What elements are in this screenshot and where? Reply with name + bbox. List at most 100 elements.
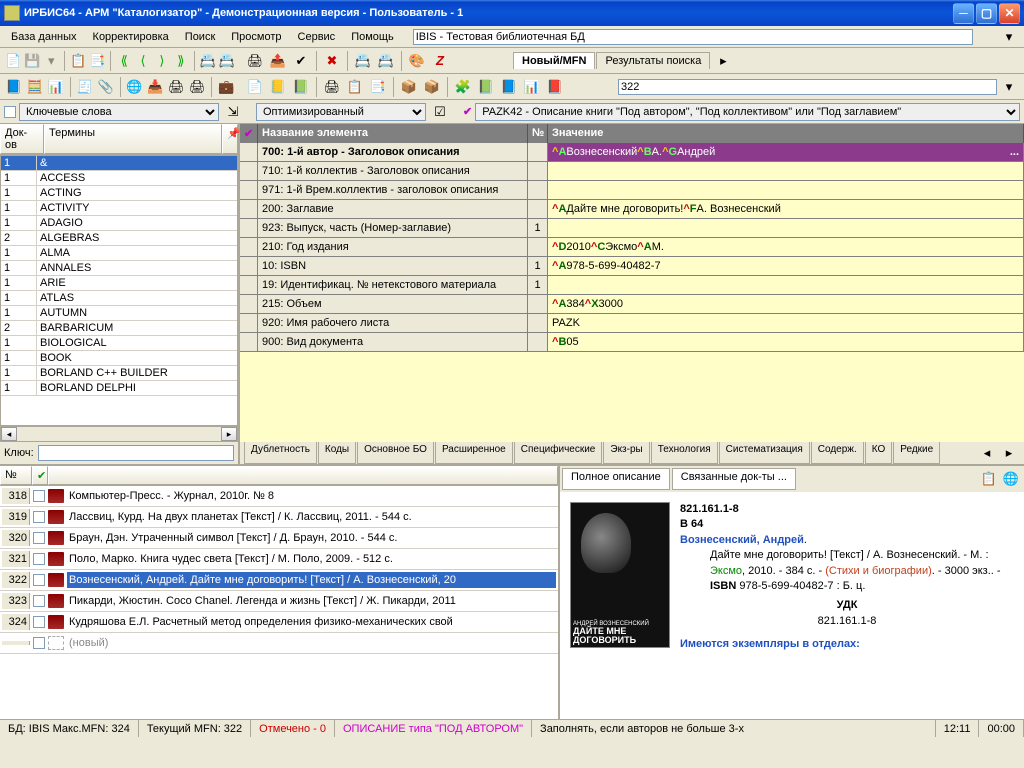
hdr-terms[interactable]: Термины	[44, 124, 222, 154]
next-icon[interactable]: ⟩	[153, 50, 171, 72]
new-icon[interactable]: 📄	[4, 50, 22, 72]
tool-b-icon[interactable]: 📇	[218, 50, 236, 72]
field-row[interactable]: 700: 1-й автор - Заголовок описания^AВоз…	[240, 143, 1024, 162]
mfn-dd-icon[interactable]: ▾	[998, 76, 1020, 98]
scroll-left-icon[interactable]: ◂	[1, 427, 17, 441]
r2-g-icon[interactable]: 📦	[398, 76, 420, 98]
prev-icon[interactable]: ⟨	[134, 50, 152, 72]
r2-j-icon[interactable]: 📗	[475, 76, 497, 98]
desc-tab-linked[interactable]: Связанные док-ты ...	[672, 468, 796, 490]
tool-j-icon[interactable]: 🖨	[166, 76, 186, 98]
field-row[interactable]: 10: ISBN1^A978-5-699-40482-7	[240, 257, 1024, 276]
checkbox-left[interactable]	[4, 106, 16, 118]
maximize-button[interactable]: ▢	[976, 3, 997, 24]
term-row[interactable]: 1ALMA	[1, 246, 237, 261]
r2-c-icon[interactable]: 📗	[290, 76, 312, 98]
chk-icon[interactable]: ☑	[429, 101, 451, 123]
field-row[interactable]: 210: Год издания^D2010^CЭксмо^AМ.	[240, 238, 1024, 257]
sheet-tab[interactable]: Дублетность	[244, 442, 317, 464]
tabs-right-icon[interactable]: ▸	[998, 442, 1020, 464]
sheet-tab[interactable]: КО	[865, 442, 893, 464]
desc-copy-icon[interactable]: 📋	[978, 468, 1000, 490]
menu-search[interactable]: Поиск	[178, 29, 222, 45]
sheet-tab[interactable]: Редкие	[893, 442, 940, 464]
menu-view[interactable]: Просмотр	[224, 29, 288, 45]
field-row[interactable]: 920: Имя рабочего листаPAZK	[240, 314, 1024, 333]
field-row[interactable]: 971: 1-й Врем.коллектив - заголовок опис…	[240, 181, 1024, 200]
term-row[interactable]: 1&	[1, 156, 237, 171]
term-row[interactable]: 1ADAGIO	[1, 216, 237, 231]
z-icon[interactable]: Z	[429, 50, 451, 72]
pin-icon[interactable]: ⇲	[222, 101, 244, 123]
tool-i-icon[interactable]: 📥	[145, 76, 165, 98]
term-row[interactable]: 1ANNALES	[1, 261, 237, 276]
scroll-right-icon[interactable]: ▸	[221, 427, 237, 441]
term-row[interactable]: 2ALGEBRAS	[1, 231, 237, 246]
tab-new-mfn[interactable]: Новый/MFN	[513, 52, 595, 69]
tabs-left-icon[interactable]: ◂	[976, 442, 998, 464]
tool-f-icon[interactable]: 🧾	[75, 76, 95, 98]
card2-icon[interactable]: 📇	[375, 50, 397, 72]
copy2-icon[interactable]: 📑	[88, 50, 106, 72]
sheet-tab[interactable]: Технология	[651, 442, 718, 464]
sheet-tab[interactable]: Содерж.	[811, 442, 864, 464]
sheet-tab[interactable]: Основное БО	[357, 442, 434, 464]
r2-f-icon[interactable]: 📑	[367, 76, 389, 98]
term-row[interactable]: 1ACCESS	[1, 171, 237, 186]
tool-g-icon[interactable]: 📎	[96, 76, 116, 98]
r2-a-icon[interactable]: 📄	[244, 76, 266, 98]
hdr-docs[interactable]: Док-ов	[0, 124, 44, 154]
menu-service[interactable]: Сервис	[291, 29, 343, 45]
fields-grid[interactable]: 700: 1-й автор - Заголовок описания^AВоз…	[240, 143, 1024, 442]
tab-results[interactable]: Результаты поиска	[596, 52, 710, 69]
select-optimized[interactable]: Оптимизированный	[256, 103, 426, 121]
card-icon[interactable]: 📇	[352, 50, 374, 72]
field-row[interactable]: 923: Выпуск, часть (Номер-заглавие)1	[240, 219, 1024, 238]
select-keywords[interactable]: Ключевые слова	[19, 103, 219, 121]
term-row[interactable]: 1ACTIVITY	[1, 201, 237, 216]
term-row[interactable]: 2BARBARICUM	[1, 321, 237, 336]
key-input[interactable]	[38, 445, 234, 461]
export-icon[interactable]: 📤	[267, 50, 289, 72]
r2-i-icon[interactable]: 🧩	[452, 76, 474, 98]
sheet-tab[interactable]: Коды	[318, 442, 356, 464]
record-row[interactable]: 324Кудряшова Е.Л. Расчетный метод опреде…	[0, 612, 558, 633]
r2-l-icon[interactable]: 📕	[544, 76, 566, 98]
copy-icon[interactable]: 📋	[69, 50, 87, 72]
record-row[interactable]: 318Компьютер-Пресс. - Журнал, 2010г. № 8	[0, 486, 558, 507]
tool-j2-icon[interactable]: 🖨	[187, 76, 207, 98]
record-row[interactable]: (новый)	[0, 633, 558, 654]
close-button[interactable]: ✕	[999, 3, 1020, 24]
check-icon[interactable]: ✔	[290, 50, 312, 72]
term-row[interactable]: 1ATLAS	[1, 291, 237, 306]
mfn-input[interactable]	[618, 79, 997, 95]
last-icon[interactable]: ⟫	[172, 50, 190, 72]
fx-icon[interactable]: 🎨	[406, 50, 428, 72]
r2-d-icon[interactable]: 🖨	[321, 76, 343, 98]
r2-b-icon[interactable]: 📒	[267, 76, 289, 98]
term-row[interactable]: 1AUTUMN	[1, 306, 237, 321]
tab-scroll-icon[interactable]: ▸	[712, 50, 734, 72]
record-row[interactable]: 323Пикарди, Жюстин. Coco Chanel. Легенда…	[0, 591, 558, 612]
sheet-tab[interactable]: Специфические	[514, 442, 603, 464]
term-row[interactable]: 1BORLAND C++ BUILDER	[1, 366, 237, 381]
field-row[interactable]: 200: Заглавие^AДайте мне договорить!^FА.…	[240, 200, 1024, 219]
menu-edit[interactable]: Корректировка	[86, 29, 176, 45]
sheet-tab[interactable]: Экз-ры	[603, 442, 649, 464]
record-row[interactable]: 321Поло, Марко. Книга чудес света [Текст…	[0, 549, 558, 570]
tool-k-icon[interactable]: 💼	[216, 76, 236, 98]
desc-tab-full[interactable]: Полное описание	[562, 468, 670, 490]
print-icon[interactable]: 🖨	[244, 50, 266, 72]
term-row[interactable]: 1ARIE	[1, 276, 237, 291]
db-selector[interactable]	[413, 29, 973, 45]
r2-e-icon[interactable]: 📋	[344, 76, 366, 98]
field-row[interactable]: 19: Идентификац. № нетекстового материал…	[240, 276, 1024, 295]
r2-h-icon[interactable]: 📦	[421, 76, 443, 98]
tool-c-icon[interactable]: 📘	[4, 76, 24, 98]
db-dropdown-icon[interactable]: ▾	[998, 26, 1020, 48]
save-dd-icon[interactable]: ▾	[42, 50, 60, 72]
select-scheme[interactable]: PAZK42 - Описание книги "Под автором", "…	[475, 103, 1020, 121]
term-row[interactable]: 1BORLAND DELPHI	[1, 381, 237, 396]
terms-scrollbar[interactable]: ◂ ▸	[0, 426, 238, 442]
sheet-tab[interactable]: Систематизация	[719, 442, 810, 464]
